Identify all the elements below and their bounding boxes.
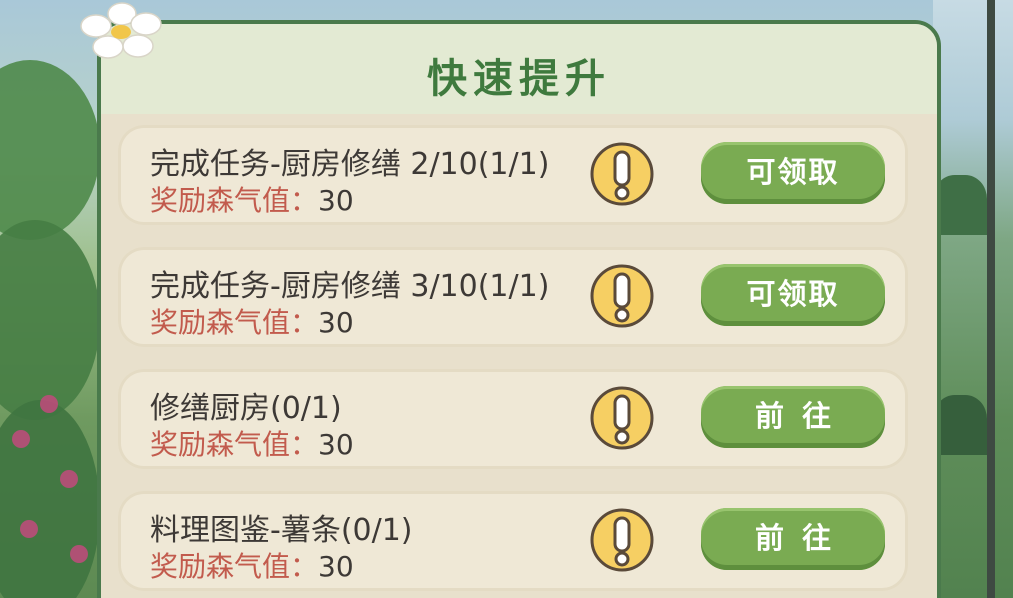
exclamation-circle-icon (590, 142, 654, 206)
background-flower (12, 430, 30, 448)
task-reward: 奖励森气值：30 (150, 423, 354, 463)
go-button[interactable]: 前往 (701, 508, 885, 570)
exclamation-circle-icon (590, 264, 654, 328)
task-title: 修缮厨房(0/1) (150, 391, 342, 426)
task-row: 完成任务-厨房修缮 3/10(1/1) 奖励森气值：30 可领取 (118, 247, 908, 347)
reward-label: 奖励森气值： (150, 306, 319, 339)
background-bush (0, 400, 100, 598)
background-bush (0, 60, 100, 240)
reward-label: 奖励森气值： (150, 428, 319, 461)
task-row: 料理图鉴-薯条(0/1) 奖励森气值：30 前往 (118, 491, 908, 591)
background-hedge (933, 175, 987, 235)
reward-label: 奖励森气值： (150, 550, 319, 583)
panel-title: 快速提升 (427, 56, 611, 102)
background-flower (70, 545, 88, 563)
daisy-flower-icon (80, 2, 162, 59)
task-title: 料理图鉴-薯条(0/1) (150, 513, 413, 548)
claim-button[interactable]: 可领取 (701, 142, 885, 204)
task-reward: 奖励森气值：30 (150, 545, 354, 585)
task-reward: 奖励森气值：30 (150, 301, 354, 341)
background-flower (60, 470, 78, 488)
task-row: 修缮厨房(0/1) 奖励森气值：30 前往 (118, 369, 908, 469)
reward-value: 30 (318, 184, 354, 217)
reward-value: 30 (318, 428, 354, 461)
exclamation-circle-icon (590, 508, 654, 572)
exclamation-circle-icon (590, 386, 654, 450)
background-flower (40, 395, 58, 413)
reward-value: 30 (318, 306, 354, 339)
claim-button[interactable]: 可领取 (701, 264, 885, 326)
go-button[interactable]: 前往 (701, 386, 885, 448)
reward-value: 30 (318, 550, 354, 583)
task-row: 完成任务-厨房修缮 2/10(1/1) 奖励森气值：30 可领取 (118, 125, 908, 225)
background-right-scenery (933, 0, 1013, 598)
task-reward: 奖励森气值：30 (150, 179, 354, 219)
panel-header: 快速提升 (101, 24, 937, 114)
background-bush (0, 220, 100, 420)
task-title: 完成任务-厨房修缮 3/10(1/1) (150, 269, 550, 304)
background-post (987, 0, 995, 598)
background-flower (20, 520, 38, 538)
background-hedge (933, 395, 987, 455)
reward-label: 奖励森气值： (150, 184, 319, 217)
task-title: 完成任务-厨房修缮 2/10(1/1) (150, 147, 550, 182)
